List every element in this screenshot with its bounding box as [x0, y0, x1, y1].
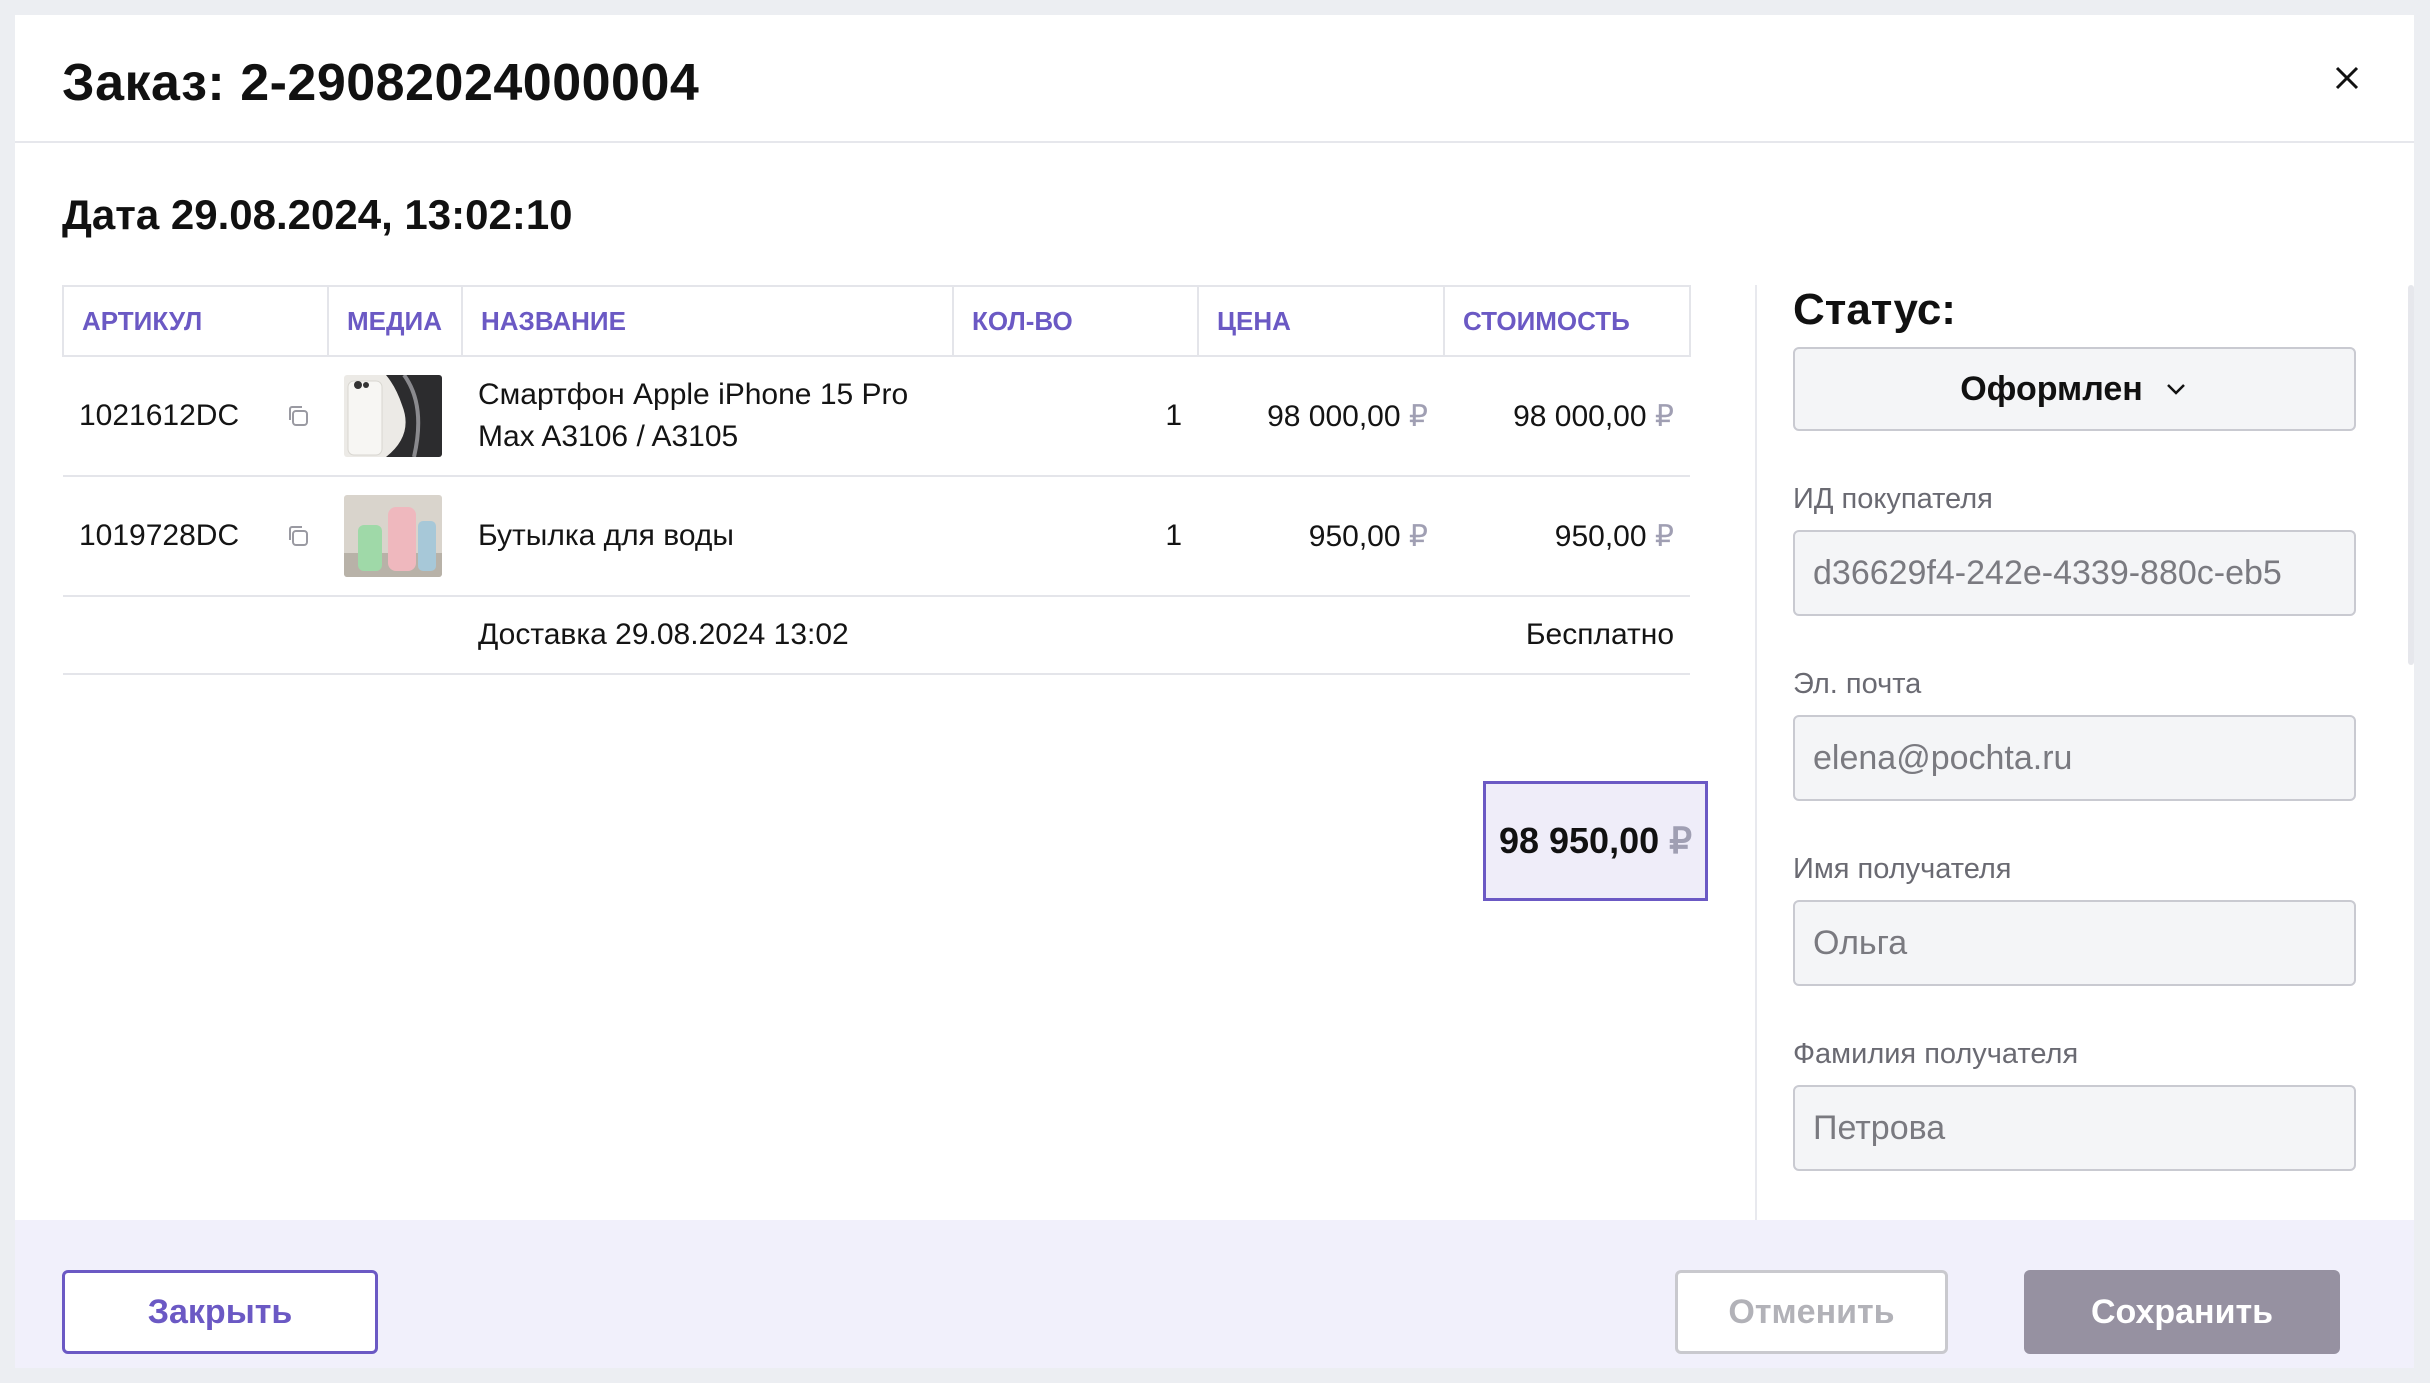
- copy-icon[interactable]: [284, 402, 312, 430]
- column-header-media: МЕДИА: [327, 285, 463, 357]
- delivery-label: Доставка 29.08.2024 13:02: [462, 596, 1198, 675]
- cost-value: 950,00: [1554, 519, 1647, 553]
- price-cell: 98 000,00 ₽: [1198, 356, 1444, 477]
- copy-icon[interactable]: [284, 522, 312, 550]
- bottle-thumbnail-image[interactable]: [344, 495, 442, 577]
- buyer-id-field[interactable]: [1793, 530, 2356, 616]
- column-header-cost: СТОИМОСТЬ: [1443, 285, 1691, 357]
- currency-symbol: ₽: [1654, 519, 1674, 553]
- sku-value: 1019728DC: [79, 519, 240, 552]
- modal-title: Заказ: 2-29082024000004: [62, 54, 700, 112]
- first-name-field[interactable]: [1793, 900, 2356, 986]
- total-value: 98 950,00: [1498, 820, 1660, 861]
- vertical-divider: [1755, 285, 1757, 1235]
- currency-symbol: ₽: [1669, 820, 1693, 861]
- product-name-cell: Смартфон Apple iPhone 15 Pro Max A3106 /…: [462, 356, 953, 477]
- sku-value: 1021612DC: [79, 399, 240, 432]
- close-icon[interactable]: [2324, 55, 2370, 101]
- status-label: Статус:: [1793, 285, 1956, 334]
- media-cell: [328, 356, 462, 477]
- buyer-id-label: ИД покупателя: [1793, 483, 1993, 515]
- sku-cell: 1019728DC: [63, 476, 328, 597]
- chevron-down-icon: [2166, 384, 2185, 395]
- column-header-qty: КОЛ-ВО: [952, 285, 1199, 357]
- price-cell: 950,00 ₽: [1198, 476, 1444, 597]
- price-value: 950,00: [1308, 519, 1401, 553]
- email-field[interactable]: [1793, 715, 2356, 801]
- last-name-field[interactable]: [1793, 1085, 2356, 1171]
- last-name-label: Фамилия получателя: [1793, 1038, 2079, 1070]
- email-label: Эл. почта: [1793, 668, 1922, 700]
- table-row: 1021612DC Смартфон Apple iPhone 15 Pro M…: [63, 356, 1690, 477]
- order-sidebar: Статус: Оформлен ИД покупателя Эл. почта…: [1793, 285, 2356, 1171]
- currency-symbol: ₽: [1408, 519, 1428, 553]
- price-value: 98 000,00: [1267, 399, 1401, 433]
- qty-cell: 1: [953, 476, 1198, 597]
- cost-value: 98 000,00: [1513, 399, 1647, 433]
- order-modal: Заказ: 2-29082024000004 Дата 29.08.2024,…: [15, 15, 2414, 1368]
- order-total: 98 950,00 ₽: [1483, 781, 1708, 901]
- currency-symbol: ₽: [1654, 399, 1674, 433]
- cancel-button[interactable]: Отменить: [1675, 1270, 1948, 1354]
- column-header-name: НАЗВАНИЕ: [461, 285, 954, 357]
- modal-header: Заказ: 2-29082024000004: [15, 15, 2414, 143]
- save-button[interactable]: Сохранить: [2024, 1270, 2340, 1354]
- product-name-cell: Бутылка для воды: [462, 476, 953, 597]
- order-date: Дата 29.08.2024, 13:02:10: [62, 191, 573, 238]
- table-row: 1019728DC Бутылка для воды 1 950,00 ₽ 95…: [63, 476, 1690, 597]
- currency-symbol: ₽: [1408, 399, 1428, 433]
- column-header-sku: АРТИКУЛ: [62, 285, 329, 357]
- status-value: Оформлен: [1960, 369, 2143, 408]
- phone-thumbnail-image[interactable]: [344, 375, 442, 457]
- delivery-value: Бесплатно: [1444, 596, 1690, 675]
- cost-cell: 950,00 ₽: [1444, 476, 1690, 597]
- close-button[interactable]: Закрыть: [62, 1270, 378, 1354]
- first-name-label: Имя получателя: [1793, 853, 2012, 885]
- scrollbar[interactable]: [2408, 285, 2414, 665]
- order-items-table: АРТИКУЛ МЕДИА НАЗВАНИЕ КОЛ-ВО ЦЕНА СТОИМ…: [62, 285, 1691, 675]
- delivery-row: Доставка 29.08.2024 13:02 Бесплатно: [63, 596, 1690, 675]
- sku-cell: 1021612DC: [63, 356, 328, 477]
- cost-cell: 98 000,00 ₽: [1444, 356, 1690, 477]
- status-dropdown[interactable]: Оформлен: [1793, 347, 2356, 431]
- table-header-row: АРТИКУЛ МЕДИА НАЗВАНИЕ КОЛ-ВО ЦЕНА СТОИМ…: [62, 285, 1691, 357]
- qty-cell: 1: [953, 356, 1198, 477]
- column-header-price: ЦЕНА: [1197, 285, 1445, 357]
- media-cell: [328, 476, 462, 597]
